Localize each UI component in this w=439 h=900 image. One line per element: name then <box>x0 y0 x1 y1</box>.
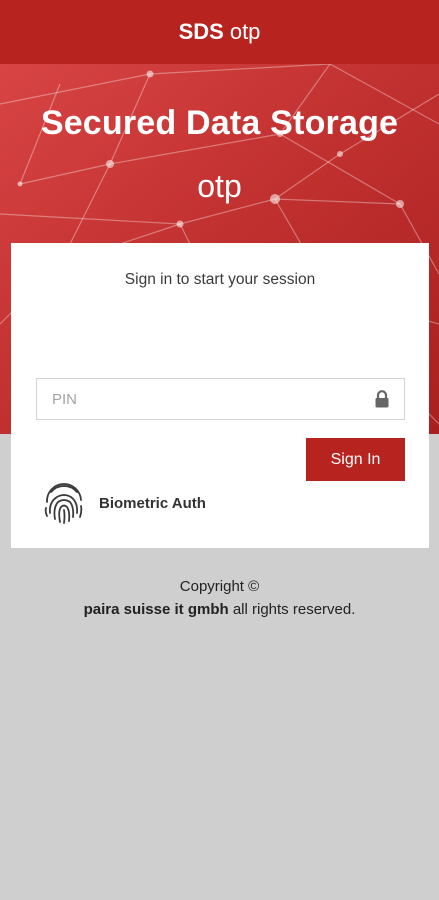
hero-subtitle: otp <box>197 168 242 204</box>
company-name: paira suisse it gmbh <box>83 601 229 618</box>
session-message: Sign in to start your session <box>124 271 316 288</box>
pin-input[interactable] <box>37 379 357 419</box>
top-app-bar: SDS otp <box>0 0 439 64</box>
copyright-line: Copyright © <box>179 578 260 595</box>
fingerprint-icon <box>44 483 83 524</box>
app-brand-suffix: otp <box>229 19 261 44</box>
login-card: Sign in to start your session Sign In Bi… <box>11 243 429 548</box>
biometric-auth-label: Biometric Auth <box>99 494 206 512</box>
pin-field[interactable] <box>36 378 405 420</box>
sign-in-button[interactable]: Sign In <box>306 438 405 481</box>
lock-icon <box>375 390 389 408</box>
page-footer: Copyright © paira suisse it gmbh all rig… <box>0 575 439 621</box>
app-brand: SDS <box>178 19 224 44</box>
rights-text: all rights reserved. <box>232 601 356 618</box>
company-line: paira suisse it gmbh all rights reserved… <box>0 598 439 621</box>
biometric-auth-button[interactable]: Biometric Auth <box>41 480 206 526</box>
hero-title: Secured Data Storage <box>40 104 399 142</box>
